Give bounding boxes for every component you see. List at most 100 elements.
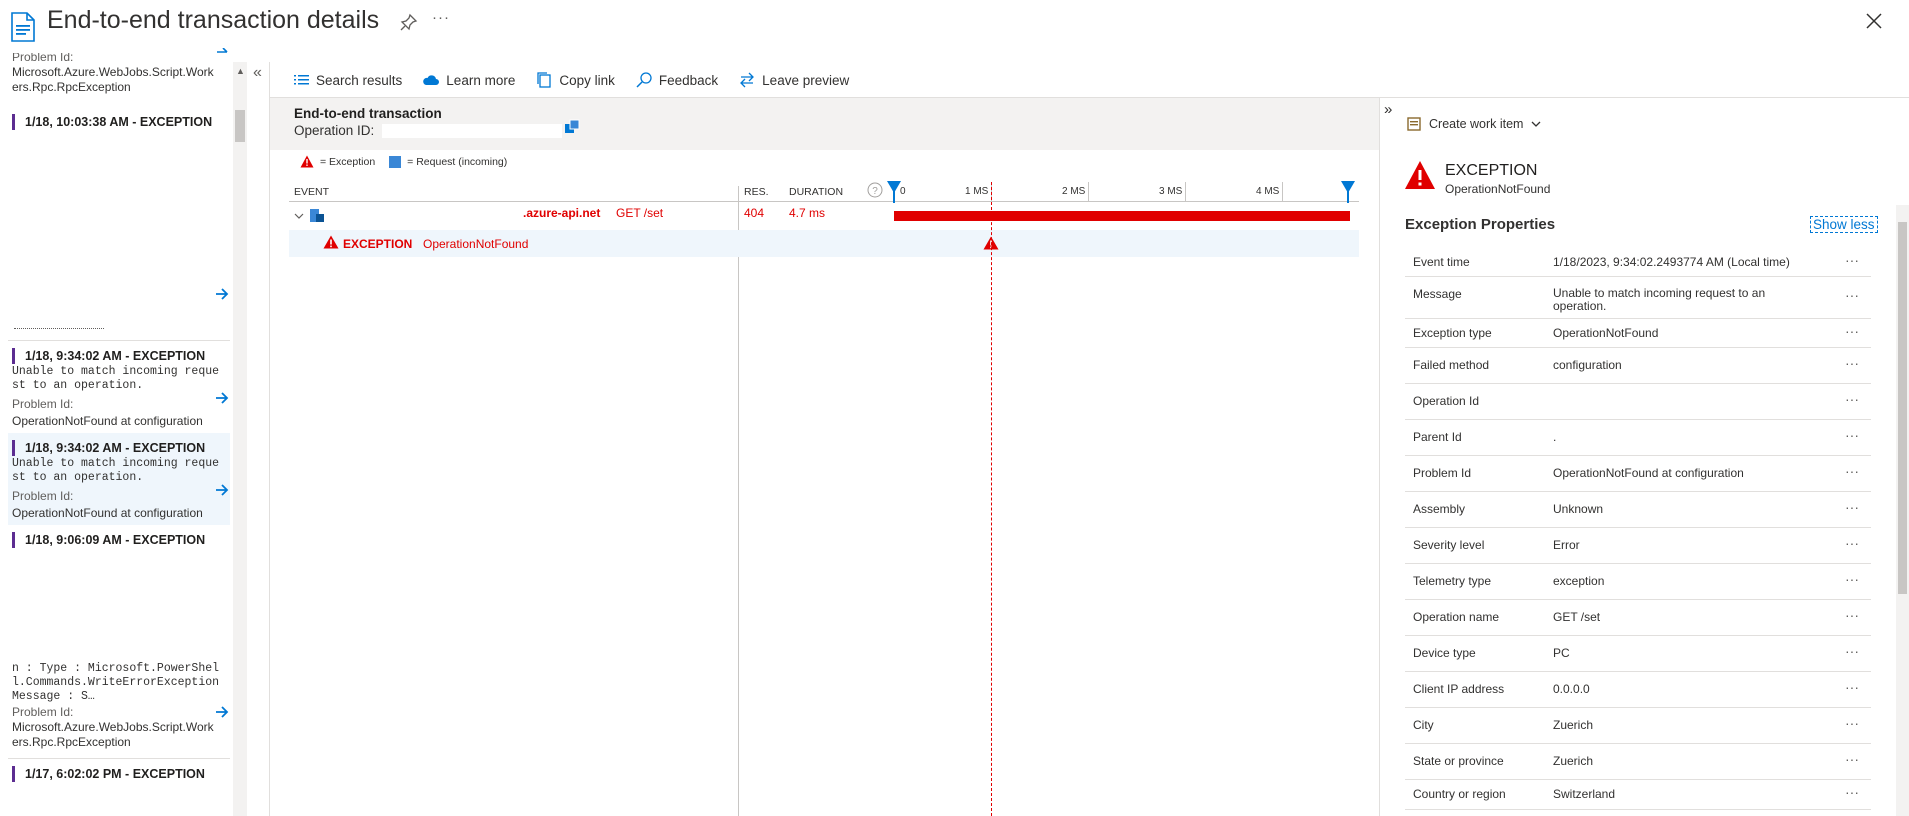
request-square-icon	[389, 155, 402, 168]
list-item[interactable]: 1/18, 9:06:09 AM - EXCEPTION	[12, 532, 228, 548]
list-item-partial[interactable]: Problem Id: Microsoft.Azure.WebJobs.Scri…	[12, 53, 228, 95]
arrow-right-icon[interactable]	[215, 287, 229, 301]
list-item-message: Unable to match incoming request to an o…	[12, 365, 220, 392]
list-item[interactable]: 1/18, 9:34:02 AM - EXCEPTION Unable to m…	[12, 348, 228, 429]
property-menu-button[interactable]: ···	[1845, 643, 1859, 659]
create-work-item-label: Create work item	[1429, 117, 1524, 131]
cloud-book-icon	[423, 75, 440, 85]
property-menu-button[interactable]: ···	[1845, 463, 1859, 479]
close-icon[interactable]	[1864, 11, 1884, 31]
arrow-right-icon[interactable]	[215, 705, 229, 719]
property-row: Device type PC ···	[1405, 636, 1871, 672]
legend: = Exception = Request (incoming)	[300, 155, 507, 168]
page-title: End-to-end transaction details	[47, 6, 380, 34]
property-key: Failed method	[1413, 358, 1490, 372]
property-key: Client IP address	[1413, 682, 1505, 696]
axis-tick-label: 3 MS	[1159, 186, 1183, 197]
help-icon[interactable]: ?	[867, 182, 883, 198]
create-work-item-button[interactable]: Create work item	[1407, 117, 1541, 131]
property-menu-button[interactable]: ···	[1845, 427, 1859, 443]
arrow-right-icon[interactable]	[215, 391, 229, 405]
learn-more-button[interactable]: Learn more	[422, 71, 515, 89]
list-scrollbar[interactable]	[233, 62, 247, 816]
request-method: GET /set	[616, 206, 664, 220]
range-start-handle-icon[interactable]	[887, 181, 901, 203]
property-menu-button[interactable]: ···	[1845, 751, 1859, 767]
list-item[interactable]: 1/18, 10:03:38 AM - EXCEPTION	[12, 114, 228, 130]
property-menu-button[interactable]: ···	[1845, 535, 1859, 551]
column-res[interactable]: RES.	[744, 186, 769, 198]
property-key: Message	[1413, 287, 1462, 301]
show-less-link[interactable]: Show less	[1810, 216, 1878, 233]
feedback-label: Feedback	[658, 72, 719, 88]
copy-operation-id-icon[interactable]	[563, 119, 581, 135]
property-key: State or province	[1413, 754, 1504, 768]
arrow-right-icon[interactable]	[215, 483, 229, 497]
list-icon	[294, 75, 309, 85]
feedback-button[interactable]: Feedback	[635, 71, 718, 89]
property-menu-button[interactable]: ···	[1845, 679, 1859, 695]
property-value: OperationNotFound at configuration	[1553, 466, 1744, 480]
collapse-list-button[interactable]: «	[253, 64, 262, 82]
exception-type-label: EXCEPTION	[343, 237, 413, 251]
more-options-button[interactable]: ···	[432, 9, 450, 26]
property-value: Unable to match incoming request to an o…	[1553, 286, 1766, 313]
expand-panel-button[interactable]: »	[1384, 101, 1392, 118]
copy-link-button[interactable]: Copy link	[535, 71, 615, 89]
property-row: Message Unable to match incoming request …	[1405, 277, 1871, 319]
property-key: Exception type	[1413, 326, 1492, 340]
list-scrollbar-thumb[interactable]	[235, 110, 245, 142]
property-value: PC	[1553, 646, 1570, 660]
toolbar: Search results Learn more Copy link Feed…	[292, 68, 849, 92]
search-results-button[interactable]: Search results	[292, 71, 402, 89]
scroll-up-icon[interactable]: ▲	[236, 66, 245, 76]
legend-exception: = Exception	[320, 155, 376, 168]
property-menu-button[interactable]: ···	[1845, 571, 1859, 587]
property-value: Switzerland	[1553, 787, 1616, 801]
property-key: Operation name	[1413, 610, 1500, 624]
property-value: Unknown	[1553, 502, 1604, 516]
column-duration[interactable]: DURATION	[789, 186, 843, 198]
property-menu-button[interactable]: ···	[1845, 287, 1859, 303]
duration-bar[interactable]	[894, 211, 1350, 221]
arrow-right-icon[interactable]	[215, 48, 229, 56]
property-menu-button[interactable]: ···	[1845, 323, 1859, 339]
list-item-selected[interactable]: 1/18, 9:34:02 AM - EXCEPTION Unable to m…	[12, 440, 228, 521]
axis-tick-label: 1 MS	[965, 186, 989, 197]
exception-large-icon	[1405, 161, 1435, 189]
detail-scrollbar-thumb[interactable]	[1898, 222, 1907, 594]
property-menu-button[interactable]: ···	[1845, 607, 1859, 623]
problem-id-value: Microsoft.Azure.WebJobs.Script.Workers.R…	[12, 65, 214, 94]
request-host[interactable]: .azure-api.net	[523, 206, 600, 228]
column-separator	[738, 186, 739, 816]
property-row: Severity level Error ···	[1405, 528, 1871, 564]
list-item-heading: 1/18, 9:34:02 AM - EXCEPTION	[12, 348, 228, 364]
property-value: GET /set	[1553, 610, 1601, 624]
property-key: Device type	[1413, 646, 1476, 660]
pin-icon[interactable]	[400, 13, 418, 31]
property-value: 1/18/2023, 9:34:02.2493774 AM (Local tim…	[1553, 255, 1790, 269]
range-end-handle-icon[interactable]	[1341, 181, 1355, 203]
problem-id-label: Problem Id:	[12, 705, 74, 719]
property-menu-button[interactable]: ···	[1845, 391, 1859, 407]
property-menu-button[interactable]: ···	[1845, 784, 1859, 800]
list-item-message: n : Type : Microsoft.PowerShell.Commands…	[12, 662, 220, 703]
chevron-down-icon[interactable]	[294, 211, 304, 221]
property-menu-button[interactable]: ···	[1845, 499, 1859, 515]
list-item-heading: 1/18, 10:03:38 AM - EXCEPTION	[12, 114, 228, 130]
divider	[8, 340, 230, 341]
property-menu-button[interactable]: ···	[1845, 252, 1859, 268]
property-row: State or province Zuerich ···	[1405, 744, 1871, 780]
column-event[interactable]: EVENT	[294, 186, 329, 198]
property-menu-button[interactable]: ···	[1845, 355, 1859, 371]
property-key: Event time	[1413, 255, 1470, 269]
property-row: Assembly Unknown ···	[1405, 492, 1871, 528]
property-key: Assembly	[1413, 502, 1466, 516]
list-item[interactable]: 1/17, 6:02:02 PM - EXCEPTION	[12, 766, 228, 782]
exception-warning-icon	[323, 235, 339, 249]
leave-preview-button[interactable]: Leave preview	[738, 71, 849, 89]
property-value: 0.0.0.0	[1553, 682, 1590, 696]
property-row: Country or region Switzerland ···	[1405, 780, 1871, 810]
property-key: Operation Id	[1413, 394, 1480, 408]
property-menu-button[interactable]: ···	[1845, 715, 1859, 731]
